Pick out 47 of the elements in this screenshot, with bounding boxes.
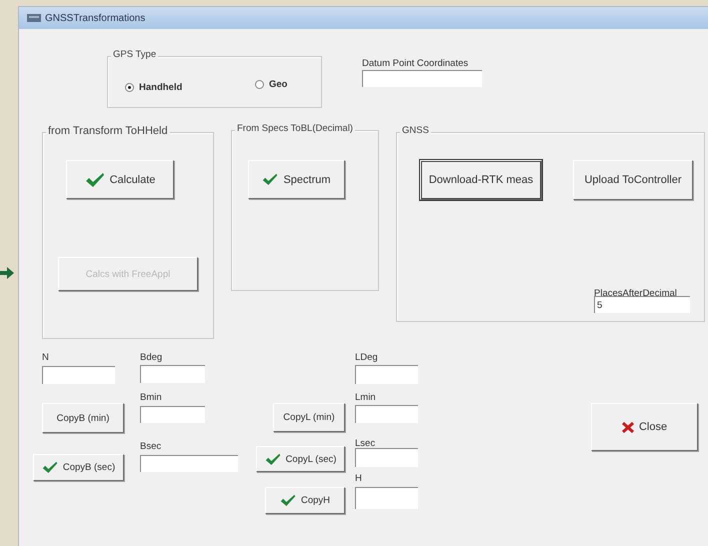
field-label: Bmin	[140, 392, 162, 403]
input-field[interactable]	[362, 70, 482, 87]
check-icon	[84, 172, 105, 188]
radio-option[interactable]: Geo	[255, 79, 288, 90]
copy-b-sec-button[interactable]: CopyB (sec)	[33, 454, 124, 481]
input-field[interactable]	[140, 455, 238, 472]
radio-button[interactable]	[125, 83, 134, 92]
group-title: from Transform ToHHeld	[46, 125, 170, 137]
arrow-icon	[0, 267, 14, 279]
app-icon	[27, 13, 41, 23]
input-field[interactable]	[355, 405, 418, 423]
field-label: H	[355, 473, 362, 484]
check-icon	[42, 461, 58, 474]
input-field[interactable]	[355, 448, 418, 467]
group-title: GNSS	[400, 125, 431, 136]
input-field[interactable]	[140, 365, 205, 383]
radio-option[interactable]: Handheld	[125, 82, 182, 93]
copy-l-sec-button[interactable]: CopyL (sec)	[256, 446, 345, 472]
field-label: Bdeg	[140, 352, 162, 363]
group-title: From Specs ToBL(Decimal)	[235, 123, 355, 134]
field-label: PlacesAfterDecimal	[594, 288, 677, 299]
close-button[interactable]: Close	[591, 403, 698, 451]
check-icon	[280, 494, 296, 507]
check-icon	[262, 173, 278, 186]
input-field[interactable]: 5	[594, 296, 690, 313]
field-label: Lsec	[355, 438, 376, 449]
field-label: LDeg	[355, 352, 378, 363]
copy-b-min-button[interactable]: CopyB (min)	[42, 403, 124, 433]
window-title: GNSSTransformations	[45, 12, 146, 24]
download-button[interactable]: Download-RTK meas	[420, 160, 542, 200]
field-label: Datum Point Coordinates	[362, 58, 468, 69]
radio-button[interactable]	[255, 80, 264, 89]
spectrum-button[interactable]: Spectrum	[248, 160, 345, 199]
upload-button[interactable]: Upload ToController	[573, 160, 693, 200]
input-field[interactable]	[140, 406, 205, 423]
group-title: GPS Type	[111, 49, 158, 60]
copy-l-min-button[interactable]: CopyL (min)	[273, 403, 345, 432]
check-icon	[264, 452, 281, 466]
input-field[interactable]	[355, 487, 418, 509]
copy-h-button[interactable]: CopyH	[265, 487, 345, 514]
input-field[interactable]	[355, 365, 418, 384]
field-label: Lmin	[355, 392, 376, 403]
field-label: Bsec	[140, 441, 162, 452]
calculate-button[interactable]: Calculate	[66, 160, 174, 199]
field-label: N	[42, 352, 49, 363]
close-icon	[622, 422, 634, 432]
input-field[interactable]	[42, 366, 115, 384]
